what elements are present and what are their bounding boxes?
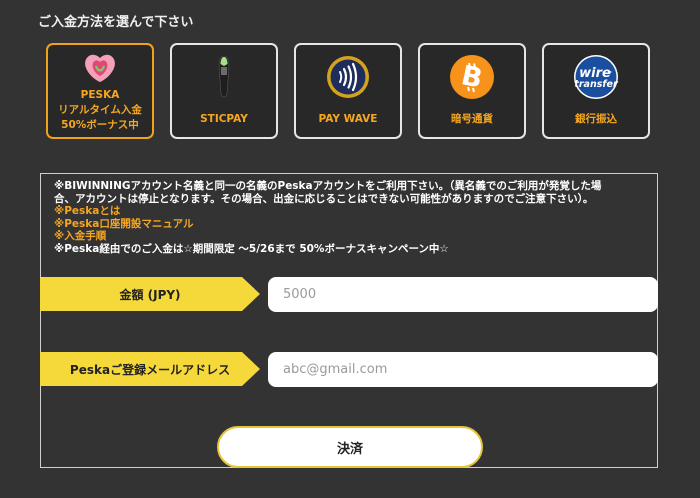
- method-sticpay-label: STICPAY: [200, 113, 248, 125]
- method-wire-label: 銀行振込: [575, 113, 617, 125]
- method-paywave-label: PAY WAVE: [318, 113, 378, 125]
- notice-line-1: ※BIWINNINGアカウント名義と同一の名義のPeskaアカウントをご利用下さ…: [54, 180, 602, 192]
- page-heading: ご入金方法を選んで下さい: [38, 15, 194, 30]
- method-peska-line2: リアルタイム入金: [58, 104, 142, 116]
- bitcoin-icon: B: [449, 54, 495, 100]
- method-crypto[interactable]: B 暗号通貨: [418, 43, 526, 139]
- submit-button[interactable]: 決済: [217, 426, 483, 468]
- method-peska-line3: 50%ボーナス中: [61, 119, 139, 131]
- email-label: Peskaご登録メールアドレス: [40, 352, 260, 386]
- email-input[interactable]: [268, 352, 658, 387]
- method-peska-line1: PESKA: [80, 89, 120, 101]
- method-peska[interactable]: PESKA リアルタイム入金 50%ボーナス中: [46, 43, 154, 139]
- notice-text: ※BIWINNINGアカウント名義と同一の名義のPeskaアカウントをご利用下さ…: [54, 180, 654, 256]
- paywave-contactless-icon: [325, 54, 371, 100]
- sticpay-logo-icon: [217, 54, 231, 100]
- link-peska-about[interactable]: ※Peskaとは: [54, 205, 654, 218]
- link-deposit-steps[interactable]: ※入金手順: [54, 230, 654, 243]
- amount-label: 金額 (JPY): [40, 277, 260, 311]
- notice-line-2: 合、アカウントは停止となります。その場合、出金に応じることはできない可能性があり…: [54, 192, 594, 205]
- wire-icon-text2: transfer: [574, 79, 619, 90]
- amount-input[interactable]: [268, 277, 658, 312]
- wire-transfer-icon: wire transfer: [572, 54, 620, 100]
- peska-logo-icon: [82, 50, 118, 88]
- method-paywave[interactable]: PAY WAVE: [294, 43, 402, 139]
- notice-campaign: ※Peska経由でのご入金は☆期間限定 〜5/26まで 50%ボーナスキャンペー…: [54, 242, 449, 255]
- method-sticpay[interactable]: STICPAY: [170, 43, 278, 139]
- method-crypto-label: 暗号通貨: [451, 113, 493, 125]
- link-peska-manual[interactable]: ※Peska口座開設マニュアル: [54, 218, 654, 231]
- method-wire[interactable]: wire transfer 銀行振込: [542, 43, 650, 139]
